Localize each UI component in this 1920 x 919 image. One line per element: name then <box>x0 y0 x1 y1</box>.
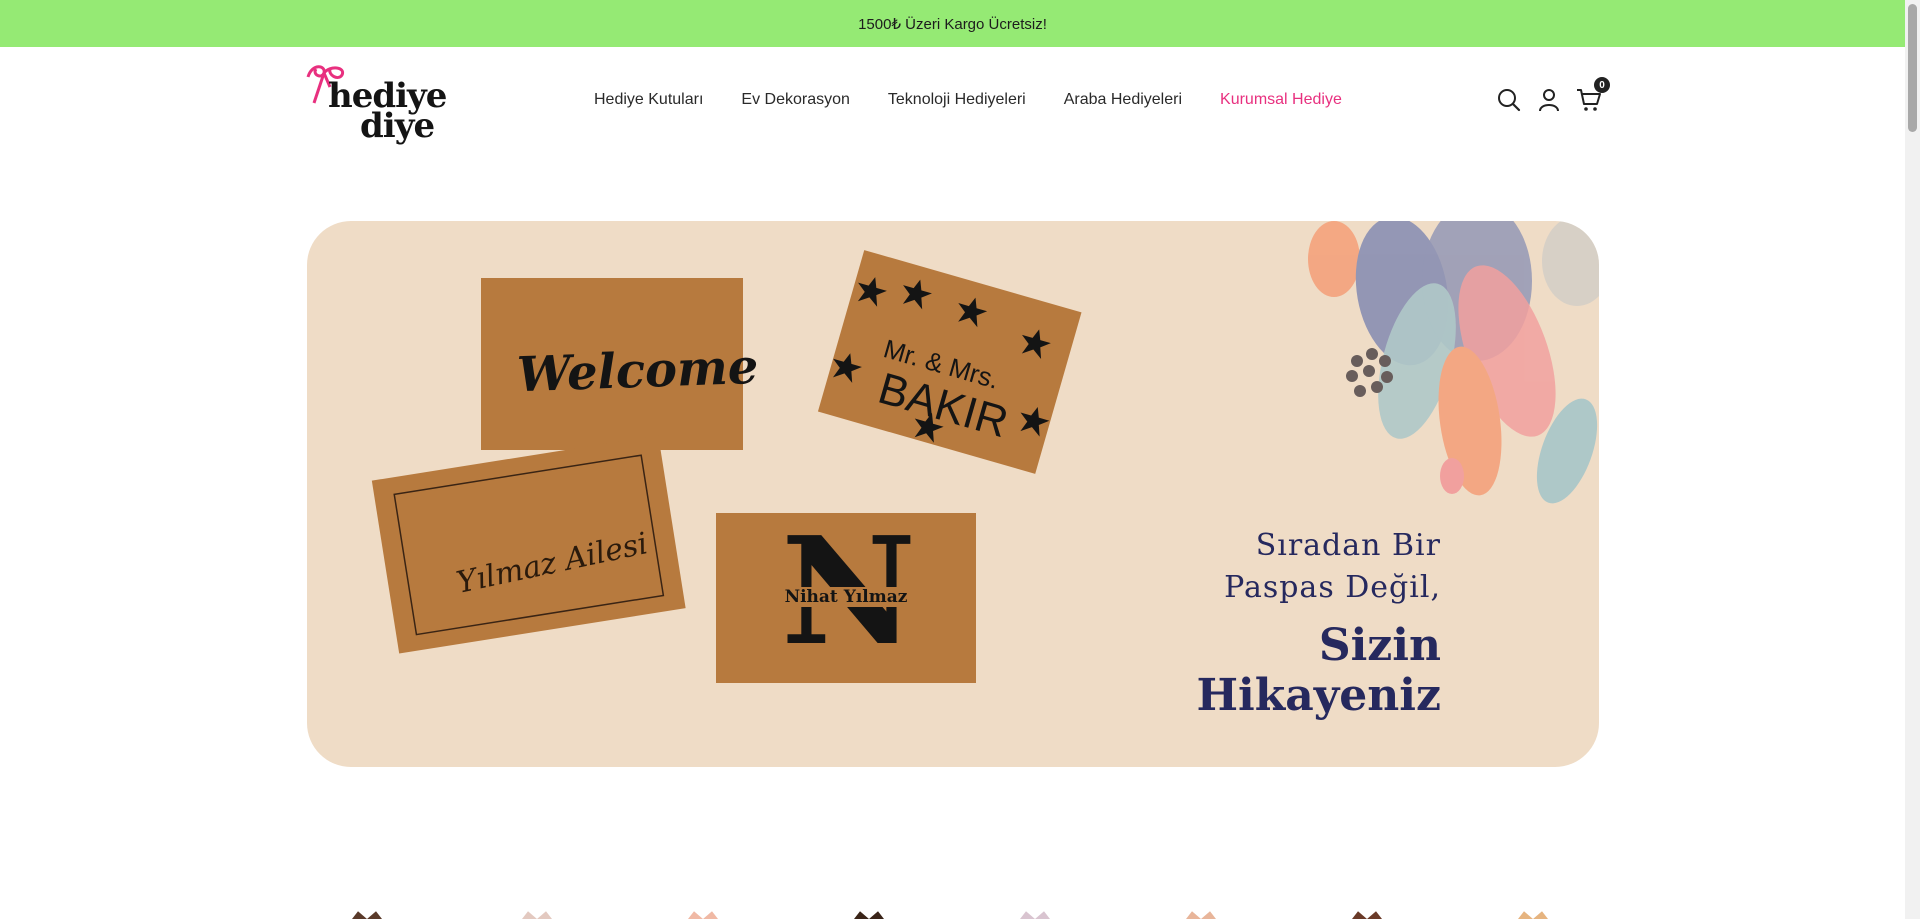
main-nav: Hediye Kutuları Ev Dekorasyon Teknoloji … <box>594 91 1380 109</box>
logo[interactable]: hediye diye <box>300 57 447 149</box>
category-icon-peek <box>854 911 884 919</box>
leaf-decoration <box>1308 221 1599 504</box>
site-header: hediye diye Hediye Kutuları Ev Dekorasyo… <box>0 47 1905 159</box>
nav-item-araba-hediyeleri[interactable]: Araba Hediyeleri <box>1064 91 1182 109</box>
category-icon-peek <box>522 911 552 919</box>
category-icon-peek <box>688 911 718 919</box>
category-icon-peek <box>1518 911 1548 919</box>
page-scrollbar[interactable] <box>1905 0 1920 919</box>
announcement-bar: 1500₺ Üzeri Kargo Ücretsiz! <box>0 0 1905 47</box>
search-icon[interactable] <box>1496 87 1522 113</box>
category-icon-peek <box>1020 911 1050 919</box>
hero-text-line4: Hikayeniz <box>1196 670 1441 721</box>
cart-count-badge: 0 <box>1594 77 1610 93</box>
hero-text-line2: Paspas Değil, <box>1224 570 1441 605</box>
category-icon-peek <box>352 911 382 919</box>
nav-item-hediye-kutulari[interactable]: Hediye Kutuları <box>594 91 703 109</box>
hero-text-line3: Sizin <box>1318 620 1441 671</box>
category-icon-peek <box>1352 911 1382 919</box>
nav-item-kurumsal-hediye[interactable]: Kurumsal Hediye <box>1220 91 1342 109</box>
user-icon[interactable] <box>1536 87 1562 113</box>
scrollbar-thumb[interactable] <box>1908 4 1917 132</box>
category-icon-peek <box>1186 911 1216 919</box>
hero-text-line1: Sıradan Bir <box>1255 528 1441 563</box>
announcement-text: 1500₺ Üzeri Kargo Ücretsiz! <box>858 15 1047 33</box>
nav-item-ev-dekorasyon[interactable]: Ev Dekorasyon <box>741 91 850 109</box>
hero-banner[interactable]: Welcome Mr. & Mrs. BAKIR Yılmaz Ailesi N… <box>307 221 1599 767</box>
nav-item-teknoloji-hediyeleri[interactable]: Teknoloji Hediyeleri <box>888 91 1026 109</box>
category-strip-peek <box>350 908 1550 919</box>
mat-monogram-name: Nihat Yılmaz <box>775 587 917 607</box>
cart-icon[interactable]: 0 <box>1576 77 1610 113</box>
mat-welcome-text: Welcome <box>516 338 760 404</box>
header-icons: 0 <box>1496 77 1616 113</box>
logo-text-line2: diye <box>360 106 435 146</box>
